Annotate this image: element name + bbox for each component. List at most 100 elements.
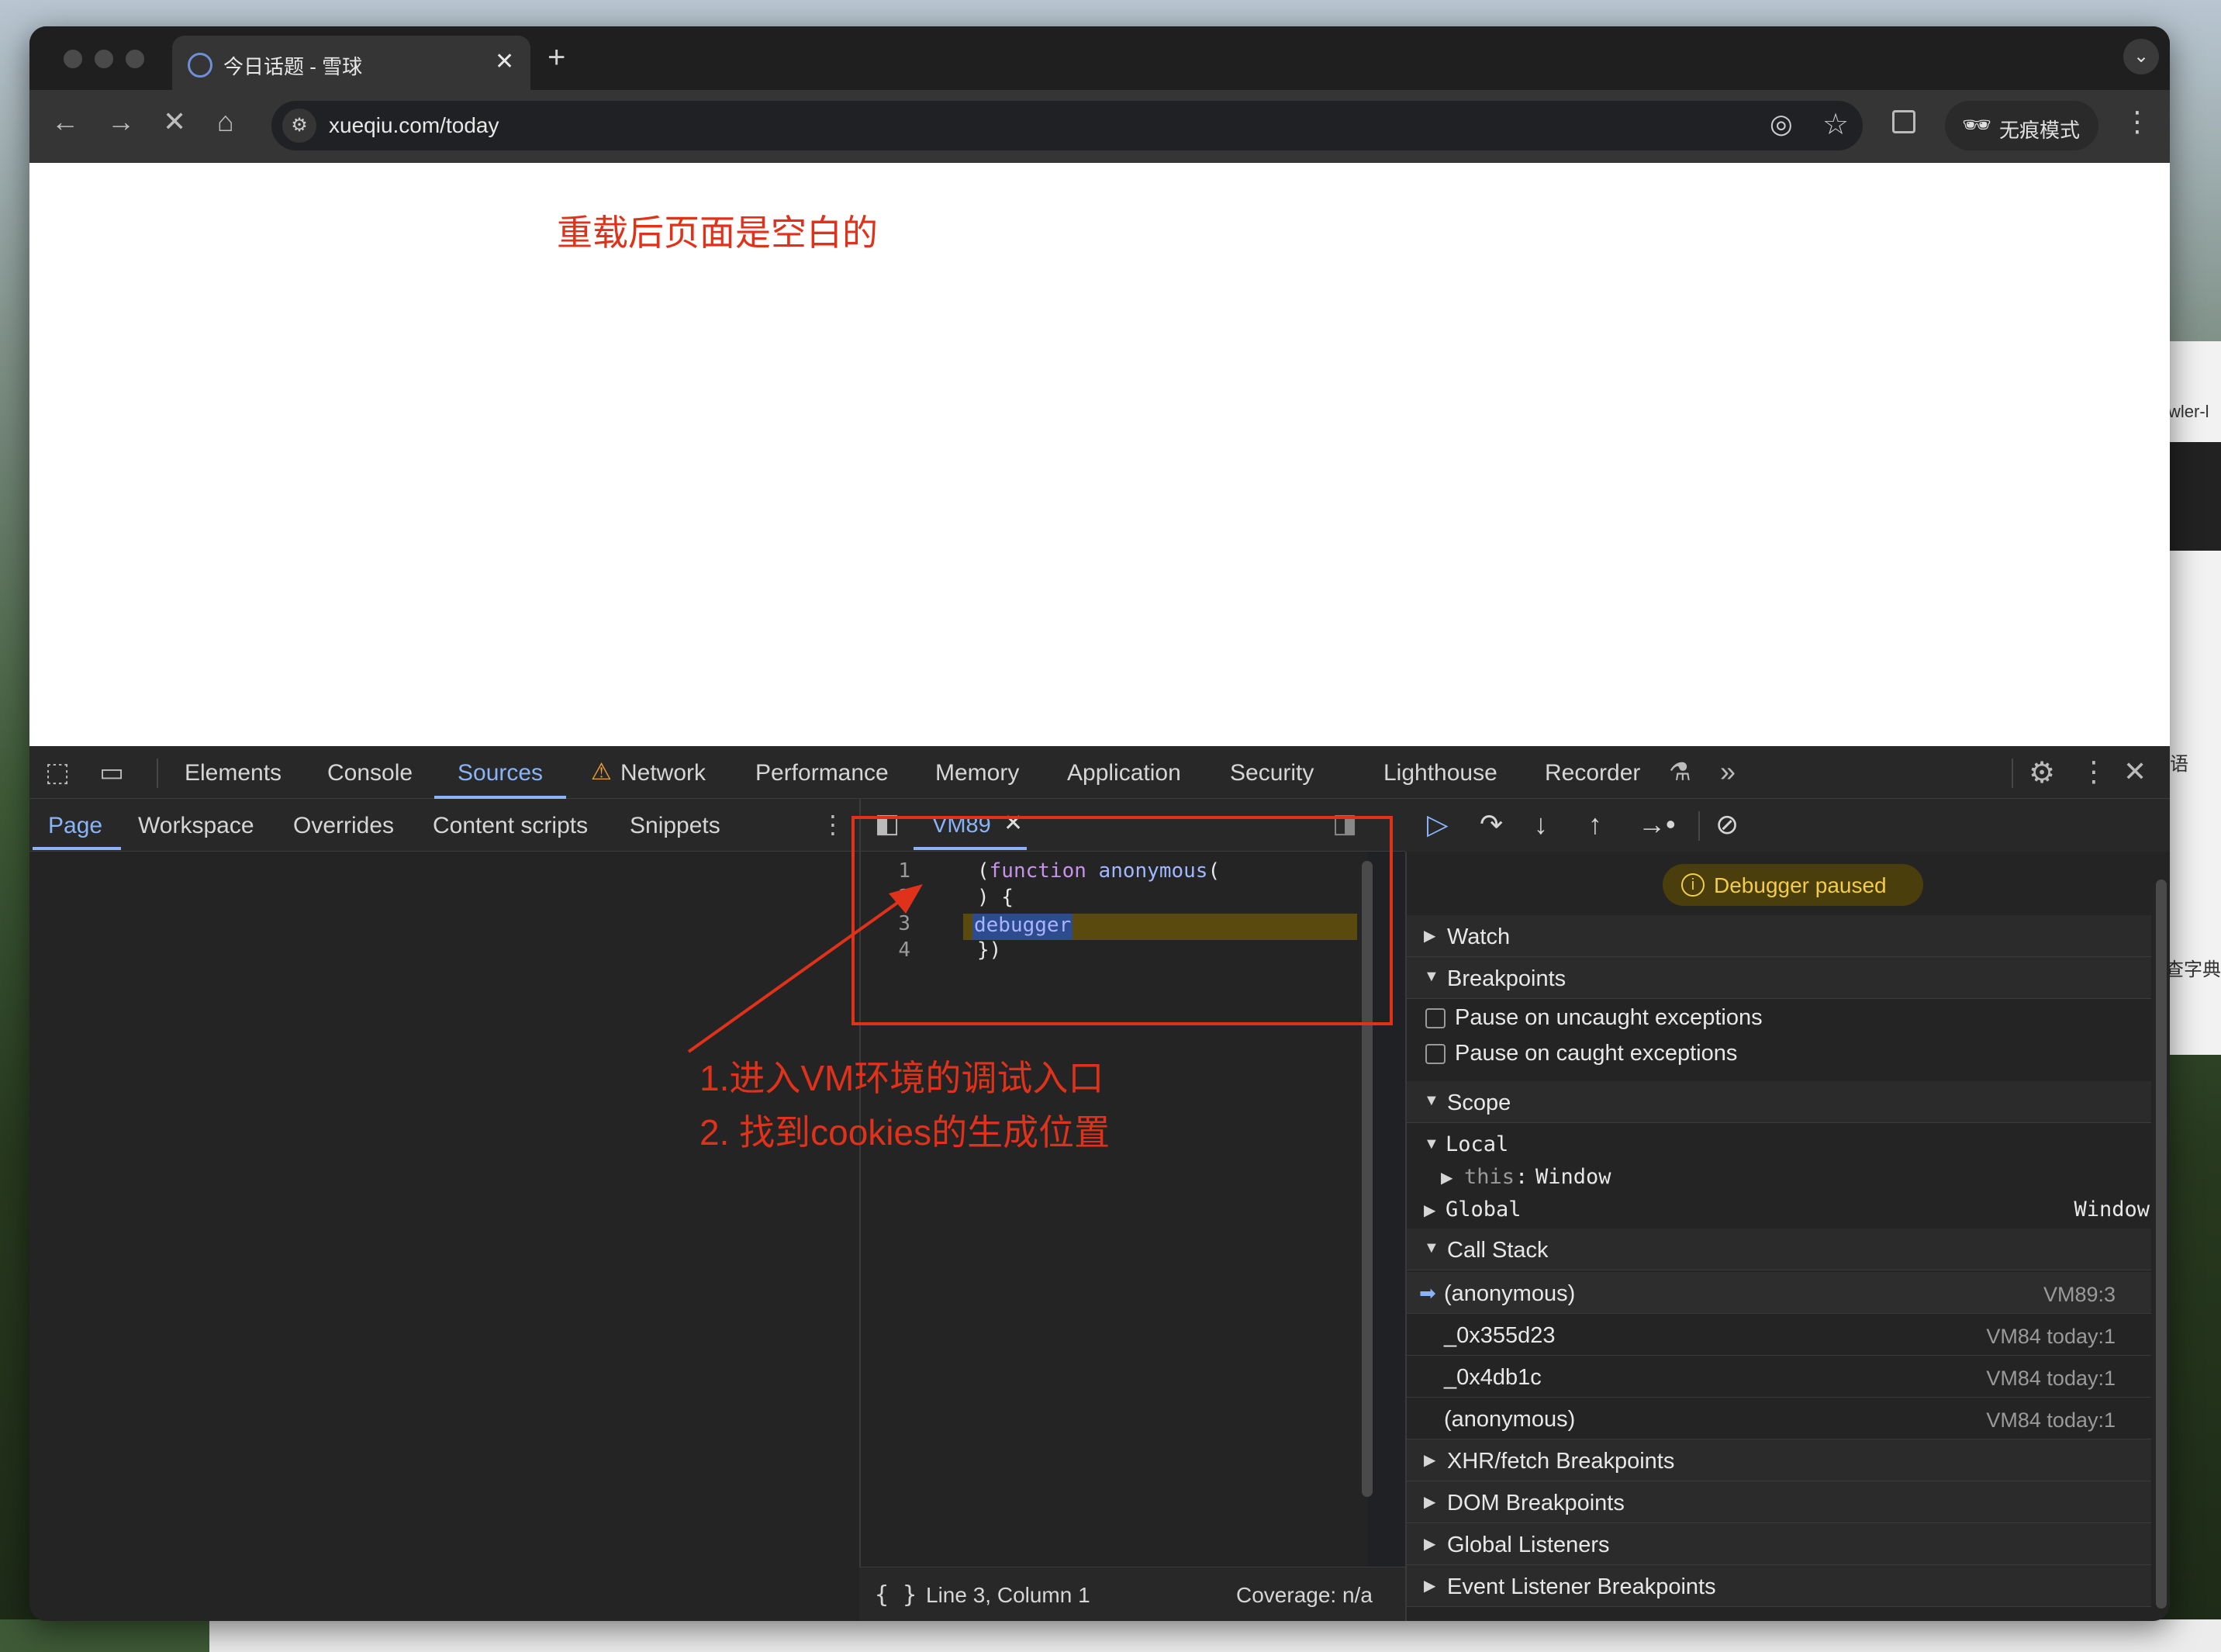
debugger-controls: ▷ ↷ ↓ ↑ →• ⊘ <box>1405 799 2170 852</box>
close-tab-icon[interactable]: ✕ <box>495 48 514 75</box>
forward-icon[interactable]: → <box>107 105 135 138</box>
new-tab-button[interactable]: + <box>547 40 565 75</box>
tab-performance[interactable]: Performance <box>755 760 889 786</box>
scope-this-key: this <box>1464 1165 1515 1189</box>
section-breakpoints[interactable]: ▼ Breakpoints <box>1407 957 2151 999</box>
tab-memory[interactable]: Memory <box>935 760 1019 786</box>
home-icon[interactable]: ⌂ <box>217 105 234 138</box>
sources-tab-content-scripts[interactable]: Content scripts <box>433 813 588 839</box>
devtools-menu-icon[interactable]: ⋮ <box>2080 755 2108 788</box>
page-annotation: 重载后页面是空白的 <box>557 213 878 253</box>
tab-sources[interactable]: Sources <box>458 760 543 786</box>
deactivate-breakpoints-icon[interactable]: ⊘ <box>1715 808 1739 841</box>
call-frame[interactable]: ➡ (anonymous) VM89:3 <box>1407 1272 2151 1314</box>
sources-more-icon[interactable]: ⋮ <box>820 810 845 839</box>
tab-console[interactable]: Console <box>327 760 413 786</box>
expand-arrow-icon: ▶ <box>1441 1170 1453 1187</box>
tab-search-button[interactable]: ⌄ <box>2123 39 2159 74</box>
annotation-line-2: 2. 找到cookies的生成位置 <box>699 1112 1110 1153</box>
call-frame[interactable]: (anonymous) VM84 today:1 <box>1407 1398 2151 1439</box>
desktop-text: wler-l <box>2168 402 2209 421</box>
tab-recorder[interactable]: Recorder <box>1545 760 1640 786</box>
traffic-light-zoom[interactable] <box>126 50 144 68</box>
scope-global-label: Global <box>1446 1198 1522 1222</box>
call-frame[interactable]: _0x4db1c VM84 today:1 <box>1407 1356 2151 1398</box>
sources-tab-workspace[interactable]: Workspace <box>138 813 254 839</box>
tab-network[interactable]: Network <box>620 760 706 786</box>
debugger-paused-text: Debugger paused <box>1714 873 1887 897</box>
browser-menu-icon[interactable]: ⋮ <box>2123 105 2151 138</box>
traffic-light-close[interactable] <box>64 50 82 68</box>
tab-lighthouse[interactable]: Lighthouse <box>1383 760 1497 786</box>
tab-application[interactable]: Application <box>1067 760 1181 786</box>
browser-tab[interactable]: 今日话题 - 雪球 ✕ <box>172 36 530 93</box>
divider <box>1698 811 1700 841</box>
sources-tab-snippets[interactable]: Snippets <box>630 813 720 839</box>
collapse-arrow-icon: ▼ <box>1424 1092 1439 1109</box>
tab-security[interactable]: Security <box>1230 760 1314 786</box>
section-label: DOM Breakpoints <box>1447 1491 1625 1515</box>
call-frame-name: _0x4db1c <box>1444 1365 1542 1390</box>
annotation-arrow <box>687 884 923 1053</box>
call-frame-location[interactable]: VM84 today:1 <box>1986 1367 2116 1391</box>
call-frame-name: (anonymous) <box>1444 1281 1576 1306</box>
collapse-arrow-icon: ▼ <box>1424 1135 1439 1153</box>
option-label: Pause on uncaught exceptions <box>1455 1005 1763 1030</box>
section-watch[interactable]: ▶ Watch <box>1407 915 2151 957</box>
editor-statusbar: { } Line 3, Column 1 Coverage: n/a <box>859 1567 1405 1621</box>
current-frame-arrow-icon: ➡ <box>1419 1281 1436 1305</box>
debugger-paused-badge: i Debugger paused <box>1663 864 1923 906</box>
step-into-icon[interactable]: ↓ <box>1534 808 1548 841</box>
sidebar-scrollbar[interactable] <box>2156 880 2167 1609</box>
xueqiu-favicon-icon <box>188 53 212 78</box>
section-dom-breakpoints[interactable]: ▶ DOM Breakpoints <box>1407 1481 2151 1523</box>
divider <box>2012 759 2013 788</box>
inspect-element-icon[interactable]: ⬚ <box>45 757 70 788</box>
incognito-badge[interactable]: 🕶 无痕模式 <box>1945 101 2098 150</box>
site-settings-icon[interactable]: ⚙ <box>282 109 316 143</box>
caught-exceptions-checkbox[interactable] <box>1425 1044 1446 1064</box>
section-xhr-breakpoints[interactable]: ▶ XHR/fetch Breakpoints <box>1407 1439 2151 1481</box>
step-out-icon[interactable]: ↑ <box>1588 808 1602 841</box>
browser-window: 今日话题 - 雪球 ✕ + ⌄ ← → ✕ ⌂ ⚙ xueqiu.com/tod… <box>29 26 2170 1621</box>
url-text[interactable]: xueqiu.com/today <box>329 113 499 138</box>
expand-arrow-icon: ▶ <box>1424 1578 1436 1595</box>
call-frame-name: (anonymous) <box>1444 1407 1576 1432</box>
scope-this-colon: : <box>1515 1165 1528 1189</box>
call-frame[interactable]: _0x355d23 VM84 today:1 <box>1407 1314 2151 1356</box>
incognito-icon: 🕶 <box>1962 112 1992 138</box>
uncaught-exceptions-checkbox[interactable] <box>1425 1008 1446 1028</box>
traffic-light-minimize[interactable] <box>95 50 113 68</box>
step-over-icon[interactable]: ↷ <box>1480 808 1503 841</box>
section-call-stack[interactable]: ▼ Call Stack <box>1407 1229 2151 1270</box>
side-panel-icon[interactable] <box>1892 110 1915 133</box>
step-icon[interactable]: →• <box>1638 808 1676 841</box>
call-frame-location[interactable]: VM89:3 <box>2043 1283 2116 1307</box>
sources-tab-overrides[interactable]: Overrides <box>293 813 394 839</box>
call-frame-name: _0x355d23 <box>1444 1323 1556 1348</box>
more-tabs-icon[interactable]: » <box>1720 755 1736 788</box>
device-toolbar-icon[interactable]: ▭ <box>99 757 124 788</box>
pretty-print-icon[interactable]: { } <box>875 1581 917 1609</box>
back-icon[interactable]: ← <box>51 105 79 138</box>
call-frame-location[interactable]: VM84 today:1 <box>1986 1408 2116 1433</box>
section-global-listeners[interactable]: ▶ Global Listeners <box>1407 1523 2151 1565</box>
tab-elements[interactable]: Elements <box>185 760 282 786</box>
close-devtools-icon[interactable]: ✕ <box>2123 755 2147 788</box>
sources-tab-page[interactable]: Page <box>48 813 102 839</box>
tab-title: 今日话题 - 雪球 <box>223 55 363 78</box>
resume-icon[interactable]: ▷ <box>1427 808 1449 841</box>
tracking-protection-icon[interactable]: ◎ <box>1770 109 1793 140</box>
desktop-text: 语 <box>2170 754 2188 775</box>
devtools-tabbar: ⬚ ▭ Elements Console Sources ⚠ Network P… <box>29 746 2170 799</box>
section-event-listener-breakpoints[interactable]: ▶ Event Listener Breakpoints <box>1407 1565 2151 1607</box>
info-icon: i <box>1681 873 1705 897</box>
call-frame-location[interactable]: VM84 today:1 <box>1986 1325 2116 1349</box>
bookmark-star-icon[interactable]: ☆ <box>1822 107 1849 142</box>
collapse-arrow-icon: ▼ <box>1424 968 1439 985</box>
desktop-text: 查字典 <box>2165 959 2221 980</box>
address-bar[interactable]: ⚙ xueqiu.com/today ◎ ☆ <box>271 101 1863 150</box>
stop-icon[interactable]: ✕ <box>163 105 186 138</box>
settings-gear-icon[interactable]: ⚙ <box>2029 755 2055 790</box>
section-scope[interactable]: ▼ Scope <box>1407 1081 2151 1123</box>
